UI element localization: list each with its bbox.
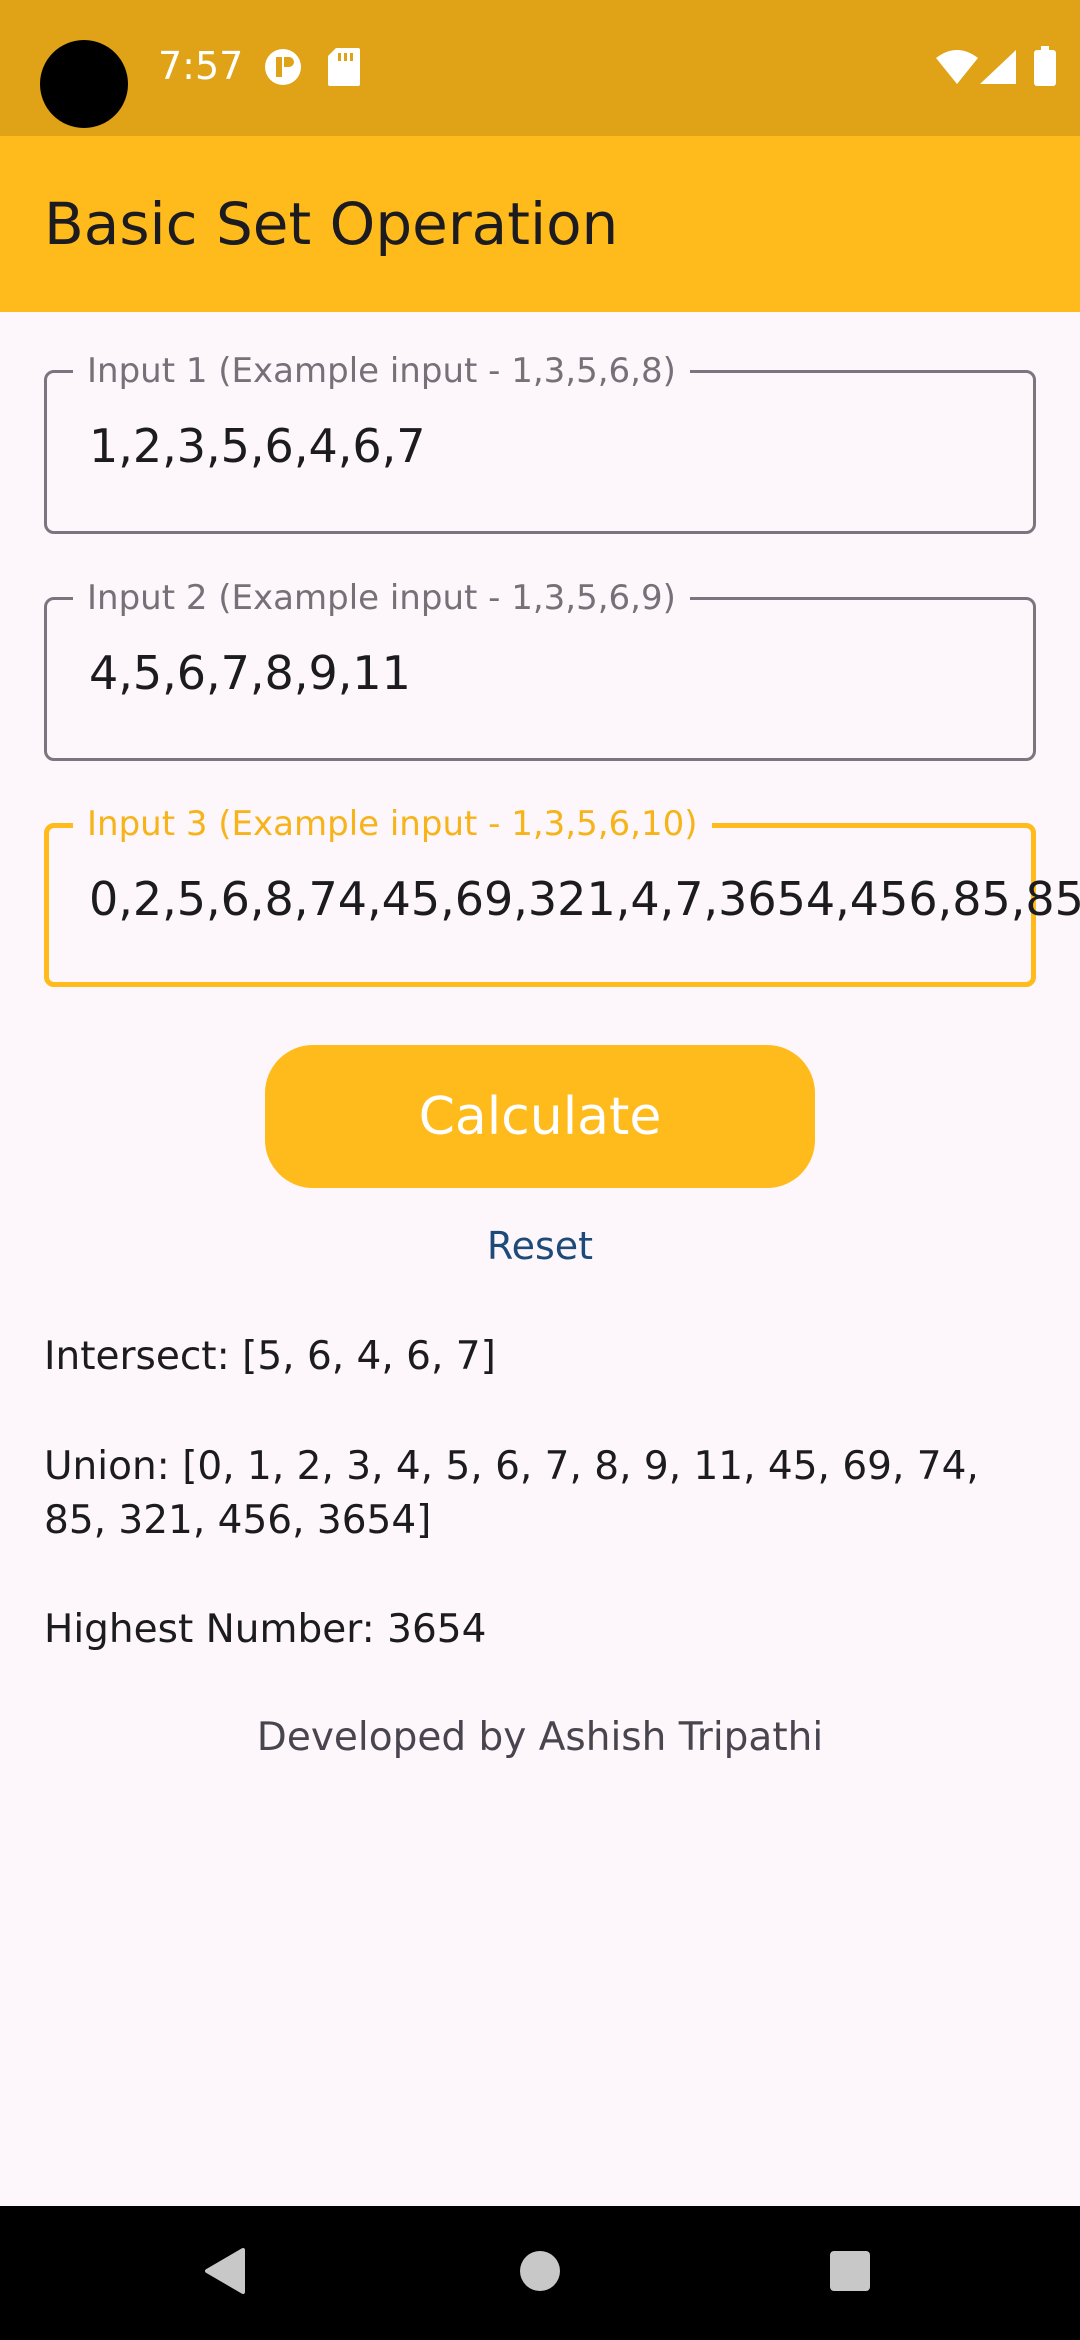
signal-icon — [980, 50, 1016, 89]
input-2-label: Input 2 (Example input - 1,3,5,6,9) — [73, 578, 690, 618]
back-button[interactable] — [180, 2206, 270, 2340]
recents-icon — [829, 2250, 871, 2297]
recents-button[interactable] — [805, 2206, 895, 2340]
back-icon — [203, 2247, 247, 2299]
input-2-value[interactable]: 4,5,6,7,8,9,11 — [89, 646, 411, 700]
status-bar: 7:57 — [0, 0, 1080, 136]
wifi-icon — [936, 50, 978, 89]
battery-icon — [1034, 46, 1056, 91]
home-button[interactable] — [495, 2206, 585, 2340]
input-2-field[interactable]: Input 2 (Example input - 1,3,5,6,9) 4,5,… — [44, 578, 1036, 761]
input-3-value-wrap[interactable]: 0,2,5,6,8,74,45,69,321,4,7,3654,456,85,8… — [89, 872, 1080, 932]
input-1-label: Input 1 (Example input - 1,3,5,6,8) — [73, 351, 690, 391]
status-time: 7:57 — [158, 44, 244, 88]
reset-button[interactable]: Reset — [0, 1224, 1080, 1268]
input-3-field[interactable]: Input 3 (Example input - 1,3,5,6,10) 0,2… — [44, 804, 1080, 987]
developer-credit: Developed by Ashish Tripathi — [256, 1715, 824, 1760]
camera-cutout-icon — [40, 40, 128, 128]
input-1-value[interactable]: 1,2,3,5,6,4,6,7 — [89, 419, 426, 473]
input-3-value[interactable]: 0,2,5,6,8,74,45,69,321,4,7,3654,456,85,8… — [89, 872, 1080, 926]
intersect-result: Intersect: [5, 6, 4, 6, 7] — [44, 1334, 496, 1379]
input-1-field[interactable]: Input 1 (Example input - 1,3,5,6,8) 1,2,… — [44, 351, 1036, 534]
input-3-label: Input 3 (Example input - 1,3,5,6,10) — [73, 804, 712, 844]
sd-card-icon — [328, 48, 360, 91]
highest-number-result: Highest Number: 3654 — [44, 1607, 487, 1652]
app-notification-icon — [264, 48, 302, 91]
calculate-button[interactable]: Calculate — [265, 1045, 815, 1188]
home-icon — [519, 2250, 561, 2297]
union-result: Union: [0, 1, 2, 3, 4, 5, 6, 7, 8, 9, 11… — [44, 1444, 979, 1543]
navigation-bar — [0, 2206, 1080, 2340]
page-title: Basic Set Operation — [44, 190, 619, 258]
